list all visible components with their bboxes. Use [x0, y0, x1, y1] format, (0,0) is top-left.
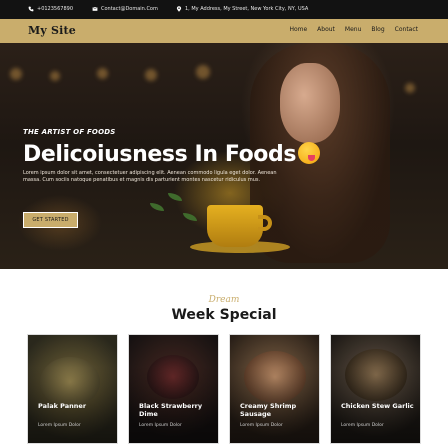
section-script-label: Dream [208, 295, 240, 305]
hero-tagline: THE ARTIST OF FOODS [23, 128, 116, 136]
hero-banner: THE ARTIST OF FOODS Delicoiusness In Foo… [0, 43, 448, 269]
get-started-button[interactable]: GET STARTED [23, 212, 78, 228]
map-pin-icon [176, 6, 182, 12]
bokeh-light [405, 83, 415, 93]
dish-subtitle: Lorem Ipsum Dolor [341, 423, 384, 428]
address-text: 1, My Address, My Street, New York City,… [185, 6, 309, 12]
plant-leaf [150, 203, 164, 211]
special-cards: Palak Panner Lorem Ipsum Dolor Black Str… [27, 334, 422, 444]
dish-card[interactable]: Chicken Stew Garlic Lorem Ipsum Dolor [330, 334, 421, 444]
dish-card[interactable]: Palak Panner Lorem Ipsum Dolor [27, 334, 118, 444]
plant-leaf [183, 213, 197, 221]
dish-card[interactable]: Creamy Shrimp Sausage Lorem Ipsum Dolor [229, 334, 320, 444]
bokeh-light [97, 68, 108, 79]
dish-name: Palak Panner [38, 402, 87, 410]
envelope-icon [92, 7, 98, 11]
bokeh-light [196, 65, 210, 79]
top-info-bar: +0123567890 Contact@Domain.Com 1, My Add… [0, 0, 448, 19]
hero-text-block: THE ARTIST OF FOODS Delicoiusness In Foo… [23, 128, 321, 184]
phone-icon [28, 6, 34, 12]
dish-card[interactable]: Black Strawberry Dime Lorem Ipsum Dolor [128, 334, 219, 444]
coffee-mug-shape [207, 205, 263, 247]
bokeh-light [50, 71, 60, 81]
section-title: Week Special [171, 307, 277, 323]
nav-item-about[interactable]: About [317, 26, 335, 33]
dish-name: Black Strawberry Dime [139, 402, 203, 418]
dish-name: Creamy Shrimp Sausage [240, 402, 297, 418]
hero-headline: Delicoiusness In Foods [23, 142, 321, 167]
hero-description: Lorem ipsum dolor sit amet, consectetuer… [23, 170, 277, 183]
nav-item-blog[interactable]: Blog [371, 26, 384, 33]
nav-item-home[interactable]: Home [289, 26, 307, 33]
dish-subtitle: Lorem Ipsum Dolor [38, 423, 81, 428]
plant-leaf [168, 193, 182, 201]
nav-item-menu[interactable]: Menu [345, 26, 361, 33]
nav-menu: Home About Menu Blog Contact [289, 26, 418, 33]
dish-name: Chicken Stew Garlic [341, 402, 414, 410]
dish-subtitle: Lorem Ipsum Dolor [139, 423, 182, 428]
bokeh-light [10, 68, 22, 80]
address-info: 1, My Address, My Street, New York City,… [176, 6, 308, 12]
phone-text: +0123567890 [37, 6, 74, 12]
phone-info[interactable]: +0123567890 [28, 6, 73, 12]
email-info[interactable]: Contact@Domain.Com [92, 6, 158, 12]
hero-headline-text: Delicoiusness In Foods [23, 142, 297, 167]
dish-subtitle: Lorem Ipsum Dolor [240, 423, 283, 428]
bokeh-light [145, 69, 157, 81]
nav-item-contact[interactable]: Contact [395, 26, 418, 33]
main-navbar: My Site Home About Menu Blog Contact [0, 19, 448, 43]
yum-emoji-icon [298, 142, 321, 164]
site-logo[interactable]: My Site [28, 24, 76, 37]
email-text: Contact@Domain.Com [101, 6, 158, 12]
